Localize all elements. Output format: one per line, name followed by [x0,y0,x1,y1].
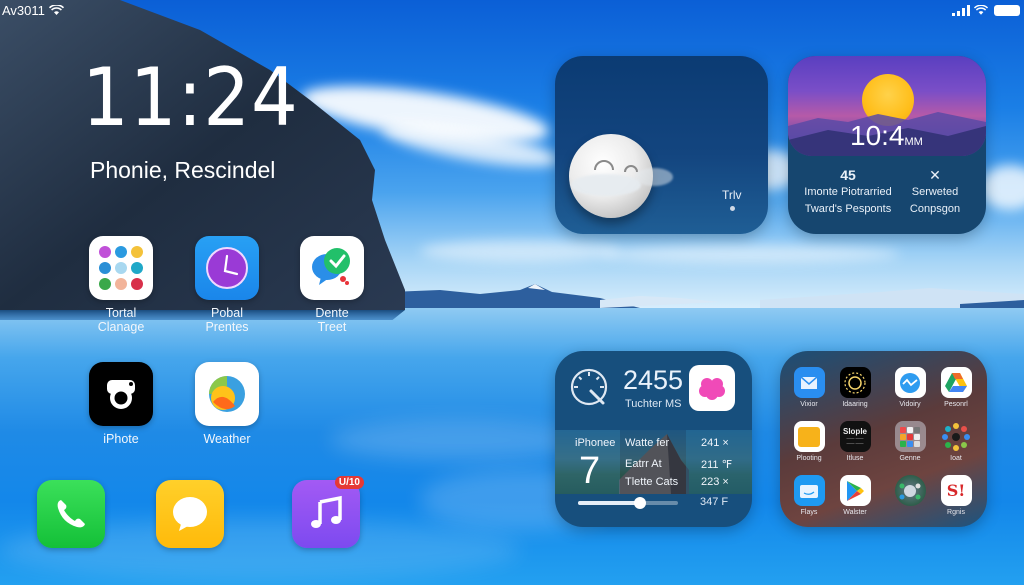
sun-dial-icon [839,367,871,398]
slider-thumb[interactable] [634,497,646,509]
flower-app-icon[interactable] [689,365,735,411]
app-pobal-prentes[interactable]: Pobal Prentes [177,236,277,334]
clock-widget[interactable]: 10:4MM 45 Imonte Piotrarried Tward's Pes… [788,56,986,234]
grid-app[interactable]: Genne [885,421,935,462]
stats-value: 2455 [623,365,684,395]
play-store-icon [839,475,871,506]
stats-row-name: Eatrr At [625,458,662,470]
grid-app[interactable]: Walster [830,475,880,516]
app-weather[interactable]: Weather [177,362,277,446]
app-label: iPhote [103,432,139,446]
stats-subtitle: Tuchter MS [625,398,682,410]
grid-app[interactable]: Vixior [784,367,834,408]
dock-music[interactable]: U/10 [276,476,376,548]
star-icon [730,206,735,211]
cloud [635,168,673,186]
round-collage-icon [894,475,926,506]
slider-fill [578,501,640,505]
app-folder-icon [89,236,153,300]
stats-big-number: 7 [579,450,601,492]
s-logo-icon: S! [940,475,972,506]
clock-app-icon [195,236,259,300]
files-icon [793,475,825,506]
phone-icon [37,480,105,548]
app-label: Pobal Prentes [205,306,249,334]
weather-label: Trlv [722,188,742,202]
grid-app[interactable]: Plooting [784,421,834,462]
app-grid-widget: Vixior Idaaring Vidoiry Pesonrl Plooting… [780,351,987,527]
grid-app[interactable] [885,475,935,506]
wifi-icon [974,4,988,15]
grid-app[interactable]: Pesonrl [931,367,981,408]
clock-widget-left: 45 Imonte Piotrarried Tward's Pesponts [804,167,892,215]
grid-app[interactable]: Flays [784,475,834,516]
dock-phone[interactable] [21,480,121,548]
app-label: Tortal Clanage [97,306,145,334]
grid-app[interactable]: Slople —— —— —— —— Itluse [830,421,880,462]
wave-icon [894,367,926,398]
temperature-value: 347 F [700,496,729,508]
grid-app[interactable]: Vidoiry [885,367,935,408]
mail-icon [793,367,825,398]
stats-row-value: 211 ℉ [701,459,733,471]
music-note-icon: U/10 [292,476,364,548]
stats-row-name: Tlette Cats [625,476,679,488]
cloud [420,240,620,262]
lock-screen-time: 11:24 [82,51,299,144]
folder-icon [793,421,825,452]
message-icon [156,480,224,548]
camera-icon [89,362,153,426]
cellular-signal-icon [952,4,970,16]
stats-widget[interactable]: 2455 Tuchter MS iPhonee 7 Watte fer Eatr… [555,351,752,527]
app-dente-treet[interactable]: Dente Treet [282,236,382,334]
water-reflection [330,420,590,460]
slople-icon: Slople —— —— —— —— [839,421,871,452]
stats-row-name: Watte fer [625,437,670,449]
widget-time: 10:4MM [850,120,923,151]
cloud [600,245,900,263]
cloud [571,174,641,196]
clock-widget-right: ✕ Serweted Conpsgon [900,166,970,218]
battery-icon [994,4,1020,16]
notification-badge: U/10 [334,476,364,489]
circle-apps-icon [941,421,972,452]
weather-icon [195,362,259,426]
grid-app[interactable]: Idaaring [830,367,880,408]
gauge-icon [570,368,608,406]
drive-icon [940,367,972,398]
app-label: Weather [203,432,251,446]
app-iphote[interactable]: iPhote [71,362,171,446]
app-folder-icon [894,421,926,452]
dock-messages[interactable] [140,480,240,548]
status-bar: Av3011 [0,0,1024,20]
lock-screen-subtitle: Phonie, Rescindel [90,157,276,183]
weather-widget[interactable]: Trlv [555,56,768,234]
wifi-icon [48,4,64,15]
close-icon[interactable]: ✕ [900,166,970,184]
app-label: Dente Treet [315,306,349,334]
stats-row-value: 241 × [701,437,729,449]
brightness-slider[interactable] [578,497,678,509]
stats-row-value: 223 × [701,476,729,488]
sunset-image: 10:4MM [788,56,986,156]
stats-label: iPhonee [575,437,616,449]
app-tortal-clanage[interactable]: Tortal Clanage [71,236,171,334]
grid-app[interactable]: S! Rgnis [931,475,981,516]
carrier-label: Av3011 [2,2,45,18]
chat-bubbles-icon [300,236,364,300]
grid-app[interactable]: Ioat [931,421,981,462]
